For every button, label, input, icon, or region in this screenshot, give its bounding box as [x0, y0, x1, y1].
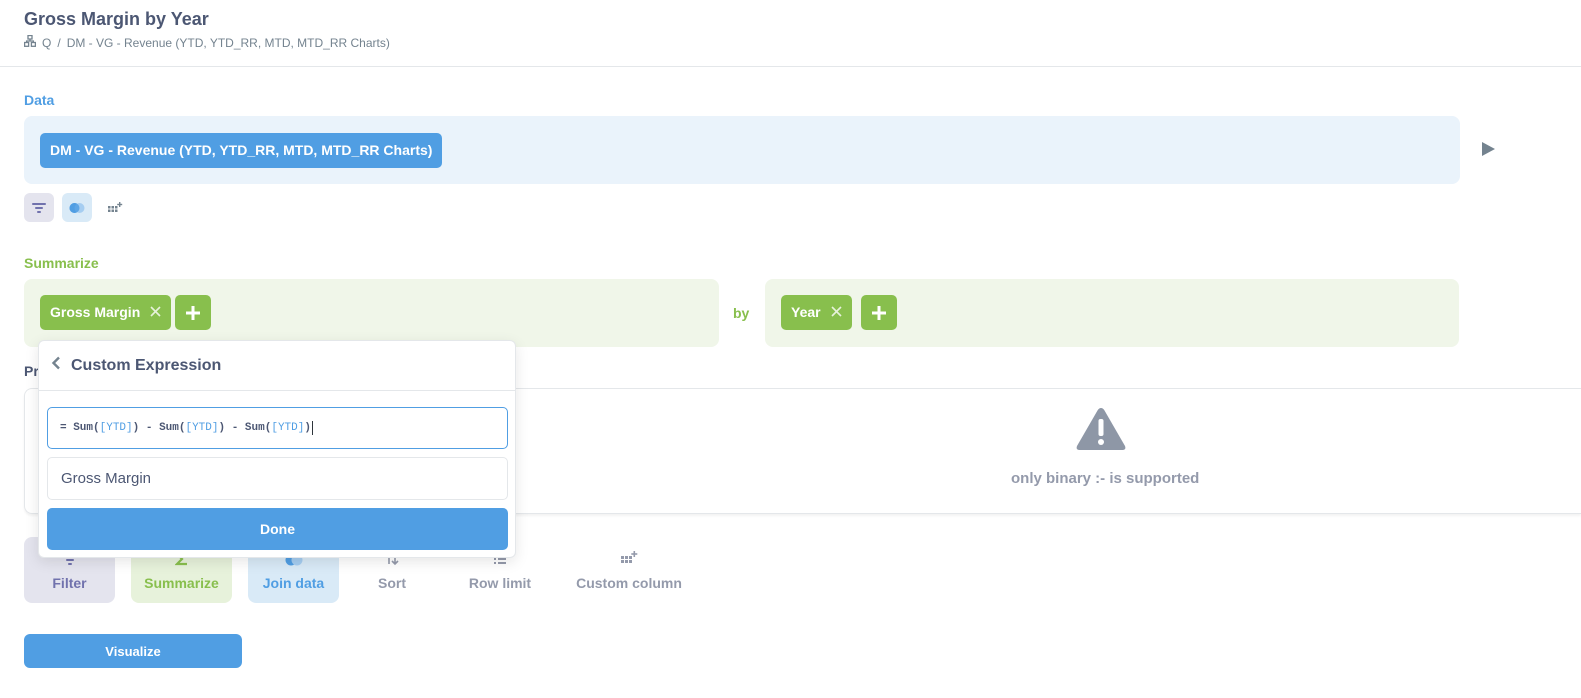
data-source-pill[interactable]: DM - VG - Revenue (YTD, YTD_RR, MTD, MTD…	[40, 133, 443, 168]
action-label: Sort	[378, 575, 406, 591]
plus-icon	[872, 305, 886, 320]
plus-icon	[186, 305, 200, 320]
summarize-section-label: Summarize	[24, 255, 99, 271]
expression-editor[interactable]: = Sum([YTD]) - Sum([YTD]) - Sum([YTD])	[47, 407, 508, 449]
add-breakout-button[interactable]	[861, 295, 897, 330]
breakout-pill[interactable]: Year	[781, 295, 852, 330]
action-label: Filter	[52, 575, 87, 591]
aggregation-box: Gross Margin	[24, 279, 719, 347]
breadcrumb-collection[interactable]: Q	[42, 36, 51, 50]
close-icon[interactable]	[150, 295, 161, 330]
expr-field-3: [YTD]	[271, 422, 305, 434]
action-label: Summarize	[144, 575, 219, 591]
visualize-button[interactable]: Visualize	[24, 634, 242, 668]
popover-title: Custom Expression	[71, 356, 222, 374]
preview-play-icon[interactable]	[1482, 142, 1495, 156]
popover-header[interactable]: Custom Expression	[39, 341, 515, 391]
breakout-label: Year	[791, 304, 821, 320]
expr-fn-1: Sum	[73, 422, 94, 434]
add-metric-button[interactable]	[175, 295, 211, 330]
breadcrumb: Q / DM - VG - Revenue (YTD, YTD_RR, MTD,…	[23, 34, 390, 50]
action-label: Row limit	[468, 575, 532, 591]
action-label: Custom column	[576, 575, 682, 591]
expr-op-2: -	[225, 422, 245, 434]
custom-column-icon[interactable]	[100, 193, 130, 222]
preview-section-label: Pr	[24, 363, 39, 379]
filter-icon[interactable]	[24, 193, 54, 222]
close-icon[interactable]	[831, 295, 842, 330]
metric-pill[interactable]: Gross Margin	[40, 295, 172, 330]
data-section-label: Data	[24, 92, 55, 108]
breadcrumb-source[interactable]: DM - VG - Revenue (YTD, YTD_RR, MTD, MTD…	[67, 36, 390, 50]
metric-label: Gross Margin	[50, 304, 141, 320]
breadcrumb-separator: /	[57, 35, 61, 50]
text-cursor	[311, 421, 313, 435]
expr-fn-3: Sum	[244, 422, 265, 434]
data-step: DM - VG - Revenue (YTD, YTD_RR, MTD, MTD…	[24, 116, 1460, 184]
query-header: Gross Margin by Year Q / DM - VG - Reven…	[0, 0, 1581, 67]
custom-column-action-button[interactable]: Custom column	[571, 537, 687, 603]
breakout-box: Year	[765, 279, 1459, 347]
custom-column-icon	[620, 550, 638, 569]
warning-icon	[1075, 406, 1127, 457]
page-title: Gross Margin by Year	[24, 9, 209, 29]
action-label: Join data	[262, 575, 325, 591]
collection-icon	[23, 34, 37, 50]
expr-prefix: =	[60, 422, 74, 434]
done-button[interactable]: Done	[47, 508, 508, 550]
join-icon[interactable]	[62, 193, 92, 222]
error-message: only binary :- is supported	[1011, 470, 1200, 487]
expr-op-1: -	[139, 422, 160, 434]
step-actions	[24, 193, 130, 222]
expr-field-1: [YTD]	[99, 422, 133, 434]
chevron-left-icon[interactable]	[51, 356, 61, 375]
expr-field-2: [YTD]	[185, 422, 219, 434]
expression-name-field[interactable]: Gross Margin	[47, 457, 508, 500]
custom-expression-popover: Custom Expression = Sum([YTD]) - Sum([YT…	[38, 340, 516, 558]
by-label: by	[733, 305, 750, 321]
expr-fn-2: Sum	[159, 422, 179, 434]
